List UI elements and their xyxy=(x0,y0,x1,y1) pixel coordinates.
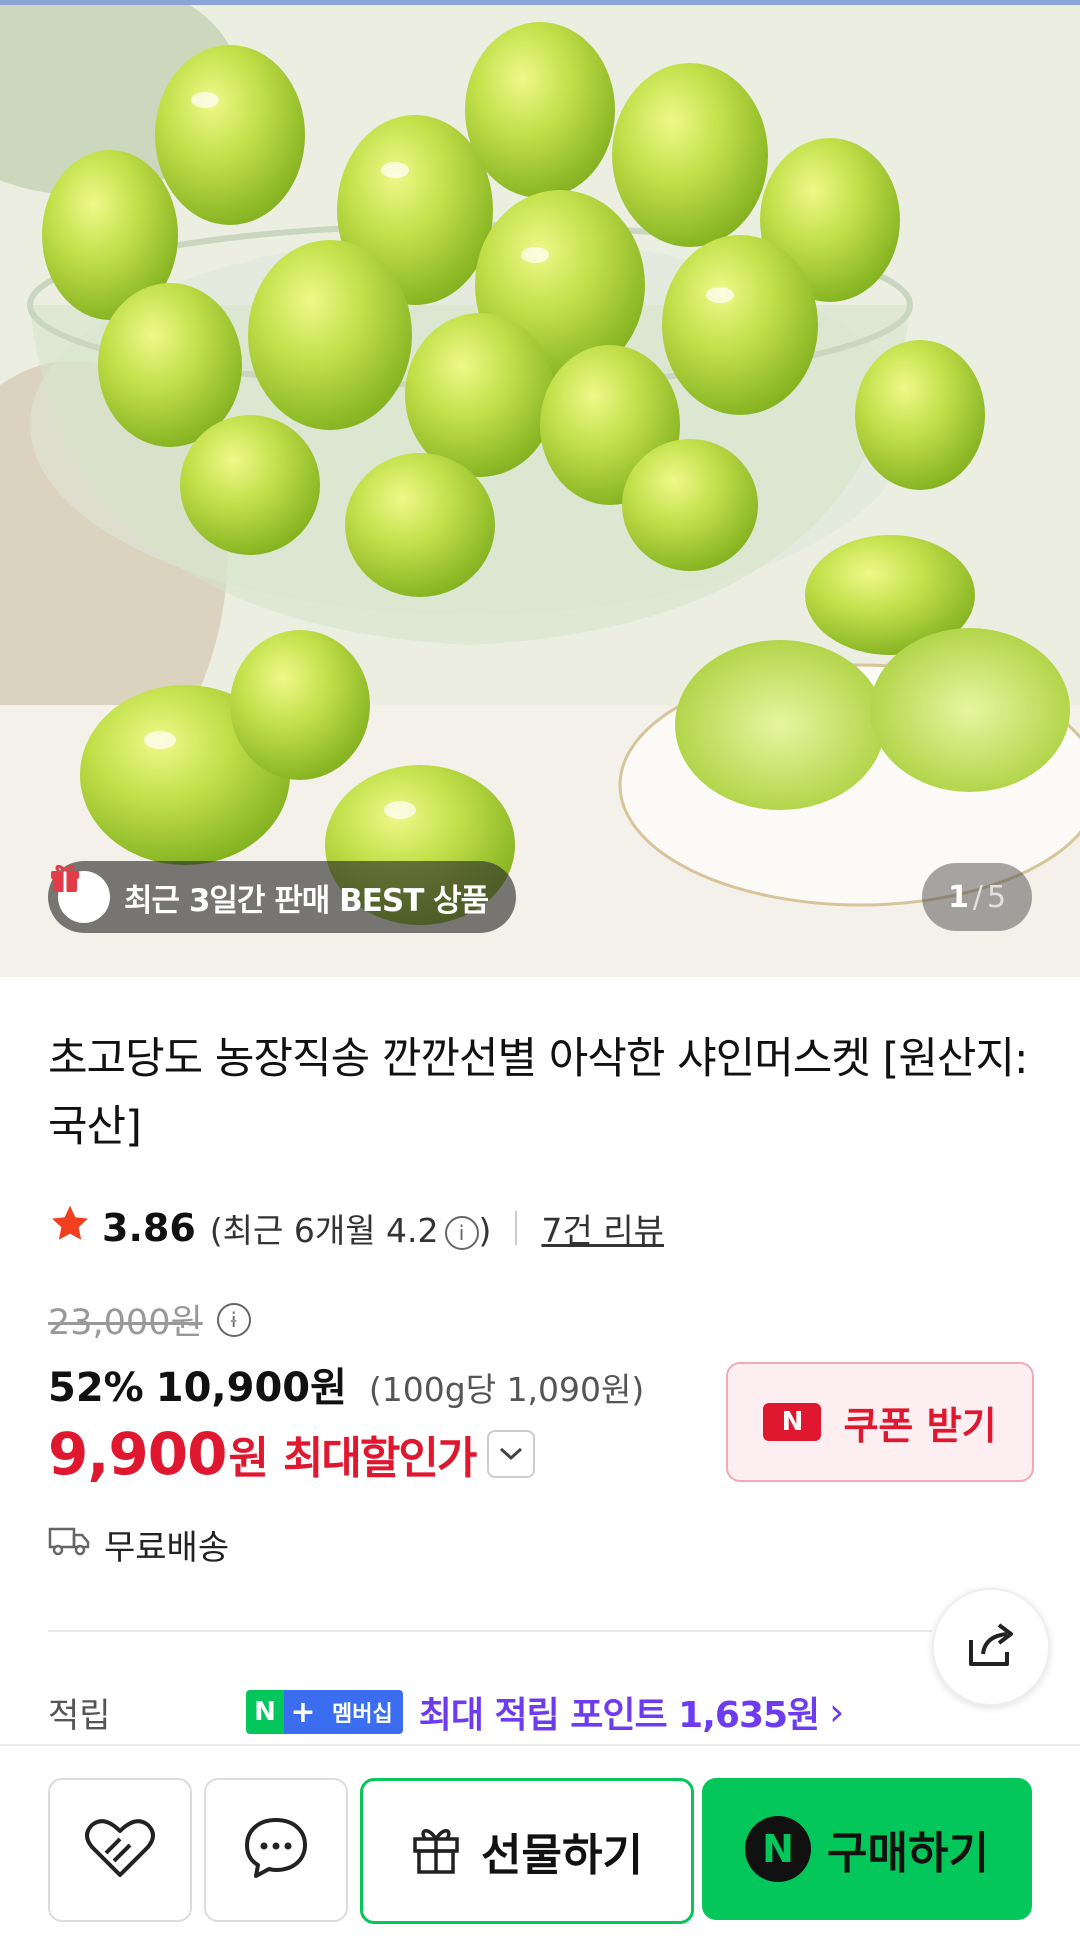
present-icon xyxy=(411,1823,461,1879)
inquiry-chat-button[interactable] xyxy=(204,1778,348,1922)
points-row[interactable]: 적립 N + 멤버십 최대 적립 포인트 1,635원 › xyxy=(48,1686,1048,1738)
buy-button[interactable]: N 구매하기 xyxy=(702,1778,1032,1920)
info-icon[interactable]: i xyxy=(444,1215,479,1250)
chevron-down-icon[interactable] xyxy=(487,1430,536,1478)
original-price: 23,000원 xyxy=(48,1303,203,1343)
divider xyxy=(515,1211,518,1245)
heart-icon xyxy=(82,1815,158,1885)
coupon-button[interactable]: N 쿠폰 받기 xyxy=(726,1362,1034,1482)
rating-score: 3.86 xyxy=(102,1206,196,1250)
nplus-membership: 멤버십 xyxy=(322,1690,403,1734)
review-link[interactable]: 7건 리뷰 xyxy=(541,1204,664,1252)
product-image-carousel[interactable]: 최근 3일간 판매 BEST 상품 1 / 5 xyxy=(0,5,1080,977)
gift-box-icon xyxy=(51,864,110,923)
naver-coupon-icon: N xyxy=(763,1403,822,1441)
wishlist-button[interactable] xyxy=(48,1778,192,1922)
max-discount-label: 최대할인가 xyxy=(282,1433,477,1484)
max-discount-price: 9,900 xyxy=(48,1420,227,1488)
shipping-row: 무료배송 xyxy=(48,1520,229,1569)
product-image xyxy=(0,5,1080,977)
shipping-label: 무료배송 xyxy=(104,1528,230,1568)
gift-button[interactable]: 선물하기 xyxy=(360,1778,694,1924)
chevron-right-icon: › xyxy=(829,1690,845,1734)
nplus-n: N xyxy=(246,1690,284,1734)
original-price-row: 23,000원 i xyxy=(48,1294,251,1345)
section-divider xyxy=(48,1630,932,1632)
max-points-text: 최대 적립 포인트 1,635원 xyxy=(418,1695,820,1736)
info-icon[interactable]: i xyxy=(216,1302,251,1337)
max-discount-currency: 원 xyxy=(228,1433,269,1484)
buy-label: 구매하기 xyxy=(827,1828,989,1879)
pager-separator: / xyxy=(972,879,983,915)
best-seller-badge: 최근 3일간 판매 BEST 상품 xyxy=(48,861,517,933)
sale-price: 10,900원 xyxy=(155,1365,347,1411)
image-pager: 1 / 5 xyxy=(922,863,1032,931)
star-icon xyxy=(48,1202,92,1255)
max-discount-row: 9,900 원 최대할인가 xyxy=(48,1420,536,1488)
unit-price: (100g당 1,090원) xyxy=(368,1370,645,1409)
discount-rate: 52% xyxy=(48,1365,144,1411)
chat-icon xyxy=(243,1816,309,1884)
points-label: 적립 xyxy=(48,1695,111,1736)
best-seller-text: 최근 3일간 판매 BEST 상품 xyxy=(124,882,489,919)
truck-icon xyxy=(48,1523,90,1566)
recent-rating-close: ) xyxy=(478,1211,492,1250)
rating-row: 3.86 (최근 6개월 4.2 i) 7건 리뷰 xyxy=(48,1200,664,1256)
pager-total: 5 xyxy=(986,879,1007,915)
price-row: 52% 10,900원 (100g당 1,090원) xyxy=(48,1355,644,1413)
share-icon xyxy=(963,1620,1019,1674)
recent-rating-text: (최근 6개월 4.2 xyxy=(209,1211,439,1250)
recent-rating: (최근 6개월 4.2 i) xyxy=(210,1204,492,1252)
gift-label: 선물하기 xyxy=(481,1830,643,1881)
coupon-label: 쿠폰 받기 xyxy=(843,1403,997,1448)
naver-n-icon: N xyxy=(745,1816,812,1882)
product-title: 초고당도 농장직송 깐깐선별 아삭한 샤인머스켓 [원산지:국산] xyxy=(48,1034,1029,1152)
pager-current: 1 xyxy=(947,879,969,915)
naver-plus-membership-badge: N + 멤버십 xyxy=(246,1690,403,1734)
bottom-bar-divider xyxy=(0,1744,1080,1746)
nplus-plus: + xyxy=(284,1690,322,1734)
